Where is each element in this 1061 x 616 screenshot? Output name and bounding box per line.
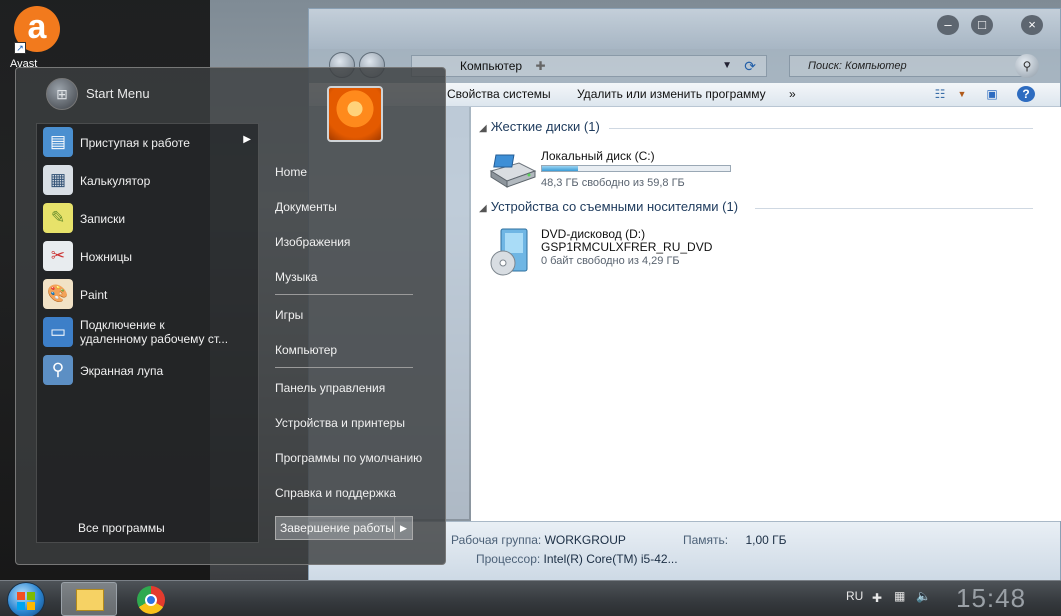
program-getting-started[interactable]: ▤ Приступая к работе ▶ [41,124,257,160]
drive-name: Локальный диск (C:) [541,149,655,163]
getting-started-icon: ▤ [43,127,73,157]
search-icon[interactable]: ⚲ [1015,54,1039,78]
calculator-icon: ▦ [43,165,73,195]
desktop: a ↗ Avast – □ × Компьютер ✚ ▼ ⟳ Поиск: К… [0,0,1061,580]
magnifier-icon: ⚲ [43,355,73,385]
dvd-drive-icon [490,228,528,276]
start-item-home[interactable]: Home [275,165,307,179]
start-menu-separator [275,294,413,295]
explorer-titlebar[interactable]: – □ × [309,9,1060,49]
all-programs-button[interactable]: Все программы [78,521,165,535]
computer-breadcrumb[interactable]: Компьютер [460,59,522,73]
address-bar[interactable]: Компьютер ✚ ▼ ⟳ [411,55,767,77]
start-item-computer[interactable]: Компьютер [275,343,337,357]
close-button[interactable]: × [1021,15,1043,35]
system-properties-button[interactable]: Свойства системы [447,87,551,101]
help-icon[interactable]: ? [1017,86,1035,102]
start-menu-header: ⊞ Start Menu [46,78,150,110]
taskbar-explorer-button[interactable] [61,582,117,616]
taskbar: RU ✚ ▦ 🔈 15:48 [0,580,1061,616]
uninstall-program-button[interactable]: Удалить или изменить программу [577,87,766,101]
network-icon[interactable]: ▦ [894,589,905,603]
maximize-button[interactable]: □ [971,15,993,35]
start-item-pictures[interactable]: Изображения [275,235,350,249]
start-item-music[interactable]: Музыка [275,270,317,284]
refresh-icon[interactable]: ⟳ [744,56,756,76]
submenu-arrow-icon[interactable]: ▶ [243,134,251,145]
start-menu-title: Start Menu [86,86,150,101]
disk-usage-bar [541,165,731,172]
drive-free-space: 0 байт свободно из 4,29 ГБ [541,255,680,267]
taskbar-clock[interactable]: 15:48 [956,583,1026,614]
workgroup-field: Рабочая группа: WORKGROUP [451,533,626,547]
start-item-default-programs[interactable]: Программы по умолчанию [275,451,422,465]
start-menu: ⊞ Start Menu ▤ Приступая к работе ▶ ▦ Ка… [15,67,446,565]
start-item-games[interactable]: Игры [275,308,303,322]
start-item-help-support[interactable]: Справка и поддержка [275,486,396,500]
paint-icon: 🎨 [43,279,73,309]
drive-name: DVD-дисковод (D:) [541,227,646,241]
group-divider [609,128,1033,129]
program-paint[interactable]: 🎨 Paint [41,276,257,312]
program-calculator[interactable]: ▦ Калькулятор [41,162,257,198]
show-hidden-icons[interactable]: ✚ [872,591,882,605]
shortcut-arrow-icon: ↗ [14,42,26,54]
remote-desktop-icon: ▭ [43,317,73,347]
shutdown-options-icon[interactable]: ▶ [394,517,412,539]
sticky-notes-icon: ✎ [43,203,73,233]
program-remote-desktop[interactable]: ▭ Подключение к удаленному рабочему ст... [41,314,257,350]
chrome-icon [137,586,165,614]
more-commands-button[interactable]: » [789,87,796,101]
pinned-programs-panel: ▤ Приступая к работе ▶ ▦ Калькулятор ✎ З… [36,123,259,543]
start-item-devices-printers[interactable]: Устройства и принтеры [275,416,405,430]
search-input[interactable]: Поиск: Компьютер [789,55,1029,77]
group-divider [755,208,1033,209]
disc-label: GSP1RMCULXFRER_RU_DVD [541,240,713,254]
drives-list: ◢ Жесткие диски (1) Локальный диск (C:) 4… [471,107,1061,521]
disk-usage-fill [542,166,578,171]
program-sticky-notes[interactable]: ✎ Записки [41,200,257,236]
start-button[interactable] [7,582,45,616]
hard-drive-icon [489,154,537,188]
breadcrumb-add-icon: ✚ [535,59,546,73]
user-avatar[interactable] [327,86,383,142]
view-dropdown-icon[interactable]: ▼ [953,86,971,102]
folder-icon [76,589,104,611]
program-snipping-tool[interactable]: ✂ Ножницы [41,238,257,274]
collapse-icon: ◢ [479,123,487,134]
language-indicator[interactable]: RU [846,589,863,603]
windows-logo-icon: ⊞ [46,78,78,110]
program-magnifier[interactable]: ⚲ Экранная лупа [41,352,257,388]
address-dropdown-icon[interactable]: ▼ [722,56,732,76]
avast-desktop-icon[interactable]: a ↗ [14,6,60,54]
minimize-button[interactable]: – [937,15,959,35]
hard-drives-group-header[interactable]: ◢ Жесткие диски (1) [479,119,600,134]
windows-flag-icon [17,592,35,610]
volume-icon[interactable]: 🔈 [916,589,931,603]
start-item-control-panel[interactable]: Панель управления [275,381,385,395]
shutdown-button[interactable]: Завершение работы ▶ [275,516,413,540]
start-menu-separator [275,367,413,368]
taskbar-chrome-button[interactable] [123,582,179,616]
processor-field: Процессор: Intel(R) Core(TM) i5-42... [476,552,678,566]
drive-free-space: 48,3 ГБ свободно из 59,8 ГБ [541,177,685,189]
removable-group-header[interactable]: ◢ Устройства со съемными носителями (1) [479,199,738,214]
view-options-icon[interactable]: ☷ [931,86,949,102]
snipping-tool-icon: ✂ [43,241,73,271]
start-item-documents[interactable]: Документы [275,200,337,214]
collapse-icon: ◢ [479,203,487,214]
memory-field: Память: 1,00 ГБ [683,533,787,547]
preview-pane-icon[interactable]: ▣ [983,86,1001,102]
